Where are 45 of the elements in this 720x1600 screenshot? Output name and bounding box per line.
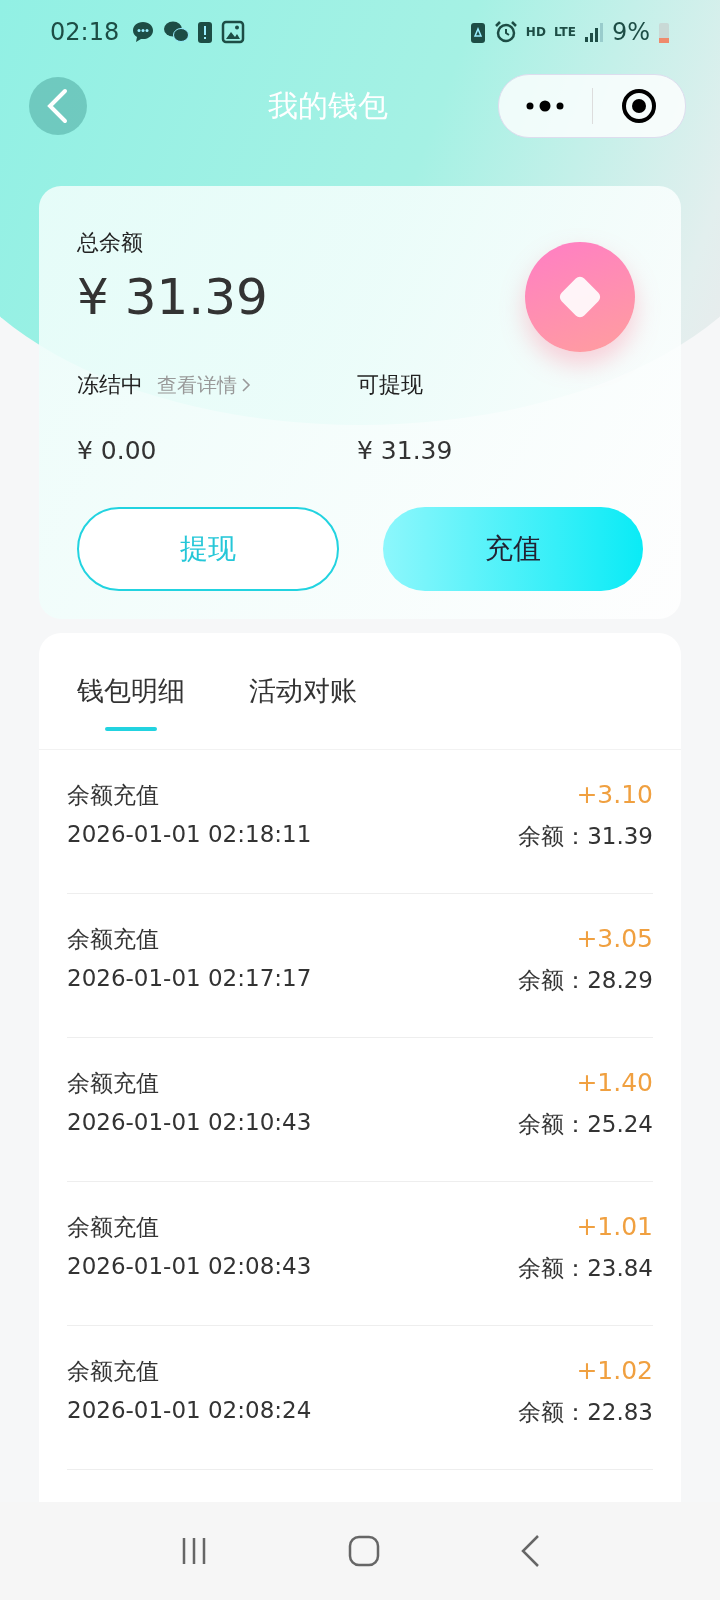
transaction-time: 2026-01-01 02:18:11 (67, 821, 313, 849)
battery-percent: 9% (611, 18, 650, 46)
total-balance-amount: ¥ 31.39 (77, 268, 268, 326)
page-title: 我的钱包 (266, 86, 389, 125)
balance-after: 余额：31.39 (518, 822, 653, 851)
home-icon[interactable] (348, 1535, 380, 1567)
transaction-time: 2026-01-01 02:08:43 (67, 1253, 313, 1281)
tab[interactable]: 活动对账 (249, 673, 357, 749)
battery-icon (658, 20, 670, 44)
balance-after: 余额：25.24 (518, 1110, 653, 1139)
chevron-right-icon (241, 376, 251, 394)
alarm-icon (493, 20, 518, 44)
transaction-amount: +1.02 (575, 1356, 653, 1387)
tab[interactable]: 钱包明细 (77, 673, 185, 749)
transaction-title: 余额充值 (67, 925, 160, 954)
target-icon (619, 87, 658, 125)
alert-icon (197, 20, 214, 44)
more-icon (525, 100, 566, 112)
recharge-button[interactable]: 充值 (383, 507, 643, 591)
balance-after: 余额：22.83 (518, 1398, 653, 1427)
image-icon (221, 20, 246, 44)
network-indicator: LTE (553, 25, 576, 39)
transaction-amount: +1.01 (575, 1212, 653, 1243)
transaction-title: 余额充值 (67, 1213, 160, 1242)
balance-after: 余额：23.84 (518, 1254, 653, 1283)
transaction-time: 2026-01-01 02:10:43 (67, 1109, 313, 1137)
withdrawable-label: 可提现 (357, 371, 424, 399)
hd-indicator: HD (525, 25, 546, 39)
transaction-amount: +3.10 (575, 780, 653, 811)
chat-icon (163, 20, 190, 44)
signal-icon (583, 20, 604, 44)
transaction-title: 余额充值 (67, 1069, 160, 1098)
transaction-time: 2026-01-01 02:08:24 (67, 1397, 313, 1425)
transaction-title: 余额充值 (67, 781, 160, 810)
transaction-title: 余额充值 (67, 1357, 160, 1386)
total-balance-label: 总余额 (77, 229, 144, 257)
balance-after: 余额：28.29 (518, 966, 653, 995)
transaction-amount: +3.05 (575, 924, 653, 955)
transaction-amount: +1.40 (575, 1068, 653, 1099)
status-time: 02:18 (50, 18, 120, 46)
withdrawable-amount: ¥ 31.39 (357, 436, 454, 465)
transaction-time: 2026-01-01 02:17:17 (67, 965, 313, 993)
frozen-amount: ¥ 0.00 (77, 436, 158, 465)
chat-bubble-icon (131, 20, 156, 44)
frozen-label: 冻结中 (77, 371, 143, 399)
